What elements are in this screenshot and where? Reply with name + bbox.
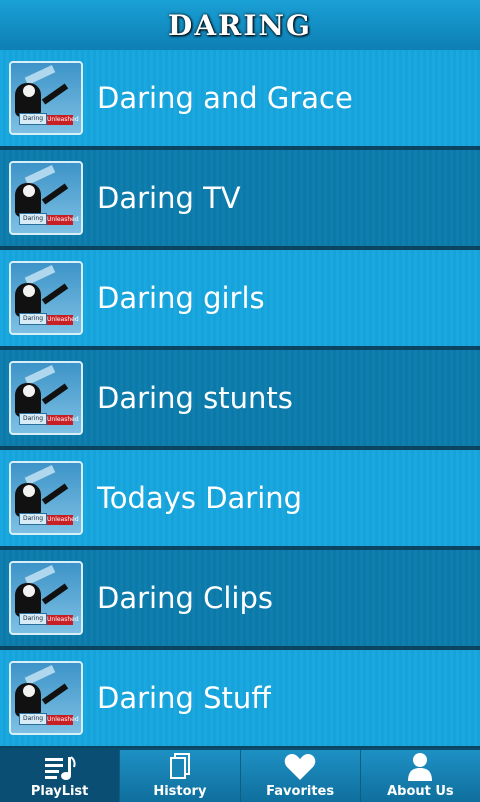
app-header: DARING	[0, 0, 480, 51]
thumbnail-tag-right: Unleashed	[47, 215, 79, 225]
app-title: DARING	[168, 8, 312, 42]
thumbnail-arm	[41, 483, 69, 505]
thumbnail-tag-left: Daring	[19, 313, 47, 325]
playlist-item[interactable]: Daring Unleashed Todays Daring	[0, 450, 480, 550]
playlist-title: Daring girls	[97, 281, 265, 315]
playlist-item[interactable]: Daring Unleashed Daring TV	[0, 150, 480, 250]
thumbnail-tag-left: Daring	[19, 613, 47, 625]
playlist-item[interactable]: Daring Unleashed Daring Stuff	[0, 650, 480, 748]
thumbnail-tag-right: Unleashed	[47, 115, 79, 125]
thumbnail-helmet	[23, 585, 35, 597]
playlist-thumbnail: Daring Unleashed	[9, 261, 83, 335]
thumbnail-sky-streak	[24, 565, 56, 585]
history-icon	[169, 753, 190, 779]
thumbnail-tag-left: Daring	[19, 113, 47, 125]
thumbnail-tag-right: Unleashed	[47, 415, 79, 425]
playlist-thumbnail: Daring Unleashed	[9, 461, 83, 535]
tab-label: About Us	[387, 784, 454, 799]
thumbnail-helmet	[23, 485, 35, 497]
playlist-title: Daring and Grace	[97, 81, 353, 115]
playlist-item[interactable]: Daring Unleashed Daring Clips	[0, 550, 480, 650]
thumbnail-arm	[41, 283, 69, 305]
tab-about-us[interactable]: About Us	[361, 750, 480, 802]
thumbnail-sky-streak	[24, 365, 56, 385]
tab-label: PlayList	[30, 784, 89, 799]
playlist-icon	[44, 756, 76, 780]
playlist-item[interactable]: Daring Unleashed Daring girls	[0, 250, 480, 350]
thumbnail-sky-streak	[24, 665, 56, 685]
thumbnail-sky-streak	[24, 165, 56, 185]
playlist-thumbnail: Daring Unleashed	[9, 61, 83, 135]
playlist-item[interactable]: Daring Unleashed Daring and Grace	[0, 50, 480, 150]
thumbnail-tag-left: Daring	[19, 413, 47, 425]
thumbnail-helmet	[23, 185, 35, 197]
playlist-title: Daring Stuff	[97, 681, 272, 715]
tab-playlist[interactable]: PlayList	[0, 750, 121, 802]
thumbnail-sky-streak	[24, 65, 56, 85]
thumbnail-tag-left: Daring	[19, 513, 47, 525]
thumbnail-helmet	[23, 685, 35, 697]
thumbnail-helmet	[23, 385, 35, 397]
thumbnail-arm	[41, 683, 69, 705]
person-icon	[408, 753, 433, 781]
playlist-thumbnail: Daring Unleashed	[9, 561, 83, 635]
thumbnail-tag-right: Unleashed	[47, 515, 79, 525]
playlist-list: Daring Unleashed Daring and Grace Daring…	[0, 50, 480, 748]
playlist-title: Daring TV	[97, 181, 241, 215]
heart-icon	[284, 754, 316, 780]
playlist-title: Todays Daring	[97, 481, 303, 515]
bottom-tab-bar: PlayList History Favorites About Us	[0, 748, 480, 802]
thumbnail-helmet	[23, 285, 35, 297]
tab-label: History	[153, 784, 207, 799]
thumbnail-tag-left: Daring	[19, 713, 47, 725]
playlist-item[interactable]: Daring Unleashed Daring stunts	[0, 350, 480, 450]
thumbnail-tag-left: Daring	[19, 213, 47, 225]
thumbnail-sky-streak	[24, 465, 56, 485]
thumbnail-tag-right: Unleashed	[47, 615, 79, 625]
tab-label: Favorites	[266, 784, 335, 799]
thumbnail-tag-right: Unleashed	[47, 315, 79, 325]
tab-favorites[interactable]: Favorites	[241, 750, 361, 802]
tab-history[interactable]: History	[120, 750, 241, 802]
thumbnail-arm	[41, 383, 69, 405]
playlist-title: Daring Clips	[97, 581, 273, 615]
thumbnail-helmet	[23, 85, 35, 97]
playlist-thumbnail: Daring Unleashed	[9, 661, 83, 735]
thumbnail-tag-right: Unleashed	[47, 715, 79, 725]
thumbnail-arm	[41, 183, 69, 205]
thumbnail-arm	[41, 83, 69, 105]
playlist-thumbnail: Daring Unleashed	[9, 161, 83, 235]
thumbnail-arm	[41, 583, 69, 605]
thumbnail-sky-streak	[24, 265, 56, 285]
playlist-thumbnail: Daring Unleashed	[9, 361, 83, 435]
playlist-title: Daring stunts	[97, 381, 293, 415]
